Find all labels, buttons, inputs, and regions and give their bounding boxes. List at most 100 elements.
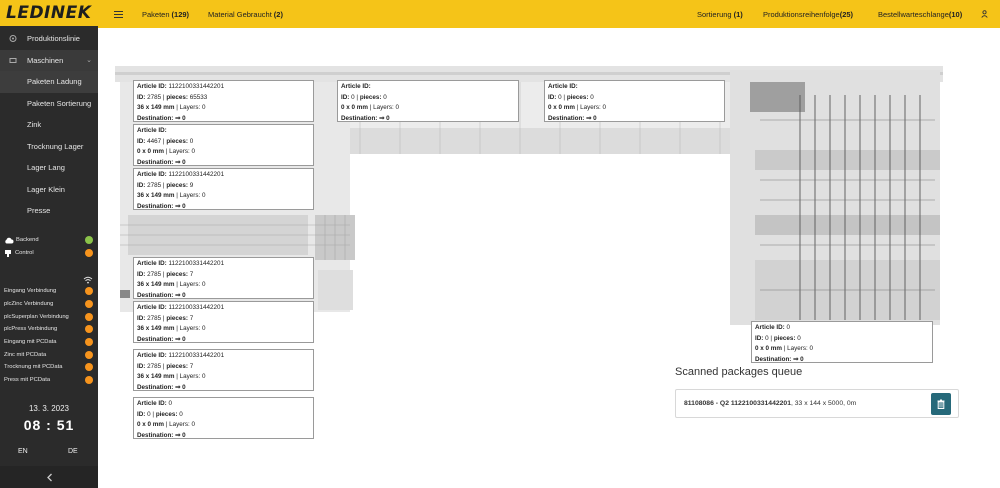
- pieces-value: 0: [179, 410, 183, 418]
- sidebar-subitem-lager-klein[interactable]: Lager Klein: [0, 179, 98, 201]
- id-value: 0: [351, 93, 355, 101]
- sidebar-subitem-paketen-sortierung[interactable]: Paketen Sortierung: [0, 93, 98, 115]
- id-value: 2785: [147, 270, 162, 278]
- pieces-value: 7: [189, 270, 194, 278]
- status-backend: Backend: [0, 234, 98, 247]
- sidebar-subitem-paketen-ladung[interactable]: Paketen Ladung: [0, 71, 98, 93]
- article-value: 0: [786, 324, 791, 331]
- sidebar-subitem-zink[interactable]: Zink: [0, 114, 98, 136]
- layers-value: 0: [202, 373, 206, 380]
- delete-queue-item-button[interactable]: [931, 393, 951, 415]
- layers-label: Layers:: [169, 421, 190, 428]
- package-info-box[interactable]: Article ID: 1122100331442201 ID: 2785 | …: [133, 168, 314, 210]
- sidebar-subitem-label: Trocknung Lager: [27, 141, 84, 151]
- layers-value: 0: [202, 104, 206, 111]
- pieces-value: 7: [189, 314, 194, 322]
- arrow-icon: ⇒: [175, 158, 181, 166]
- pakete-count: (129): [171, 9, 190, 19]
- article-label: Article ID:: [341, 83, 371, 90]
- arrow-icon: ⇒: [586, 114, 592, 122]
- status-indicator-orange: [85, 325, 93, 334]
- language-en-button[interactable]: EN: [18, 448, 28, 455]
- article-label: Article ID:: [137, 400, 167, 407]
- connection-row: Trocknung mit PCData: [0, 361, 98, 374]
- sidebar-subitem-label: Zink: [27, 120, 42, 130]
- destination-label: Destination:: [137, 383, 174, 391]
- queue-item-id: 81108086 - Q2 1122100331442201: [684, 400, 791, 407]
- destination-label: Destination:: [137, 114, 174, 122]
- layers-label: Layers:: [787, 345, 808, 352]
- package-info-box[interactable]: Article ID: 1122100331442201 ID: 2785 | …: [133, 301, 314, 343]
- package-info-box[interactable]: Article ID: 0 ID: 0 | pieces: 0 0 x 0 mm…: [133, 397, 314, 439]
- destination-value: 0: [182, 158, 186, 166]
- collapse-sidebar-button[interactable]: [0, 466, 98, 488]
- produktion-count: (25): [839, 9, 854, 19]
- pieces-value: 0: [797, 334, 801, 342]
- material-count: (2): [273, 9, 283, 19]
- connection-row: Eingang Verbindung: [0, 285, 98, 298]
- user-icon: [981, 10, 988, 18]
- connection-label: Trocknung mit PCData: [4, 364, 63, 371]
- bestellwarteschlange-link[interactable]: Bestellwarteschlange (10): [878, 0, 962, 28]
- article-value: 1122100331442201: [168, 352, 225, 359]
- destination-label: Destination:: [137, 202, 174, 210]
- sidebar-subitem-label: Lager Lang: [27, 163, 65, 173]
- menu-toggle-button[interactable]: [114, 0, 123, 28]
- arrow-icon: ⇒: [175, 335, 181, 343]
- package-info-box[interactable]: Article ID: 1122100331442201 ID: 2785 | …: [133, 257, 314, 299]
- article-label: Article ID:: [137, 352, 167, 359]
- package-info-box[interactable]: Article ID: ID: 0 | pieces: 0 0 x 0 mm |…: [337, 80, 519, 122]
- material-link[interactable]: Material Gebraucht (2): [208, 0, 283, 28]
- article-value: 1122100331442201: [168, 171, 225, 178]
- sidebar-subitem-lager-lang[interactable]: Lager Lang: [0, 157, 98, 179]
- destination-value: 0: [800, 355, 804, 363]
- id-label: ID:: [341, 93, 350, 101]
- sidebar-subitem-trocknung-lager[interactable]: Trocknung Lager: [0, 136, 98, 158]
- layers-label: Layers:: [580, 104, 601, 111]
- status-indicator-orange: [85, 363, 93, 372]
- pieces-label: pieces:: [566, 93, 589, 101]
- status-label: Backend: [16, 237, 39, 244]
- id-value: 0: [765, 334, 769, 342]
- article-label: Article ID:: [137, 260, 167, 267]
- status-indicator-orange: [85, 287, 93, 296]
- layers-label: Layers:: [179, 373, 201, 380]
- sortierung-link[interactable]: Sortierung (1): [697, 0, 743, 28]
- scanned-queue-title: Scanned packages queue: [675, 366, 803, 378]
- layers-value: 0: [602, 104, 607, 111]
- destination-value: 0: [593, 114, 597, 122]
- package-info-box[interactable]: Article ID: 1122100331442201 ID: 2785 | …: [133, 349, 314, 391]
- sidebar-item-produktionslinie[interactable]: Produktionslinie: [0, 28, 98, 50]
- layers-value: 0: [191, 148, 196, 155]
- package-info-box[interactable]: Article ID: ID: 4467 | pieces: 0 0 x 0 m…: [133, 124, 314, 166]
- language-de-button[interactable]: DE: [68, 448, 78, 455]
- connection-row: plcPress Verbindung: [0, 323, 98, 336]
- current-time: 08 : 51: [23, 417, 75, 433]
- arrow-icon: ⇒: [379, 114, 385, 122]
- produktionsreihenfolge-link[interactable]: Produktionsreihenfolge (25): [763, 0, 853, 28]
- produktion-label: Produktionsreihenfolge: [763, 9, 840, 19]
- sidebar-subitem-label: Presse: [27, 206, 51, 216]
- bestell-label: Bestellwarteschlange: [878, 9, 949, 19]
- article-label: Article ID:: [137, 127, 167, 134]
- package-info-box[interactable]: Article ID: 1122100331442201 ID: 2785 | …: [133, 80, 314, 122]
- id-label: ID:: [137, 270, 146, 278]
- sortierung-count: (1): [733, 9, 743, 19]
- status-control: Control: [0, 247, 98, 260]
- article-value: 1122100331442201: [168, 304, 225, 311]
- package-info-box[interactable]: Article ID: ID: 0 | pieces: 0 0 x 0 mm |…: [544, 80, 725, 122]
- destination-label: Destination:: [137, 158, 174, 166]
- scanned-queue-item[interactable]: 81108086 - Q2 1122100331442201, 33 x 144…: [675, 389, 959, 418]
- pakete-link[interactable]: Paketen (129): [142, 0, 189, 28]
- pakete-label: Paketen: [142, 9, 170, 19]
- package-info-box[interactable]: Article ID: 0 ID: 0 | pieces: 0 0 x 0 mm…: [751, 321, 933, 363]
- sidebar-subitem-presse[interactable]: Presse: [0, 200, 98, 222]
- logo[interactable]: LEDINEK: [0, 0, 98, 26]
- hamburger-icon: [114, 10, 123, 18]
- sidebar-item-maschinen[interactable]: Maschinen ⌄: [0, 49, 98, 71]
- user-menu-button[interactable]: [981, 0, 988, 28]
- arrow-icon: ⇒: [175, 114, 181, 122]
- dims-value: 36 x 149 mm: [137, 192, 175, 199]
- id-value: 2785: [147, 93, 162, 101]
- id-value: 2785: [147, 362, 162, 370]
